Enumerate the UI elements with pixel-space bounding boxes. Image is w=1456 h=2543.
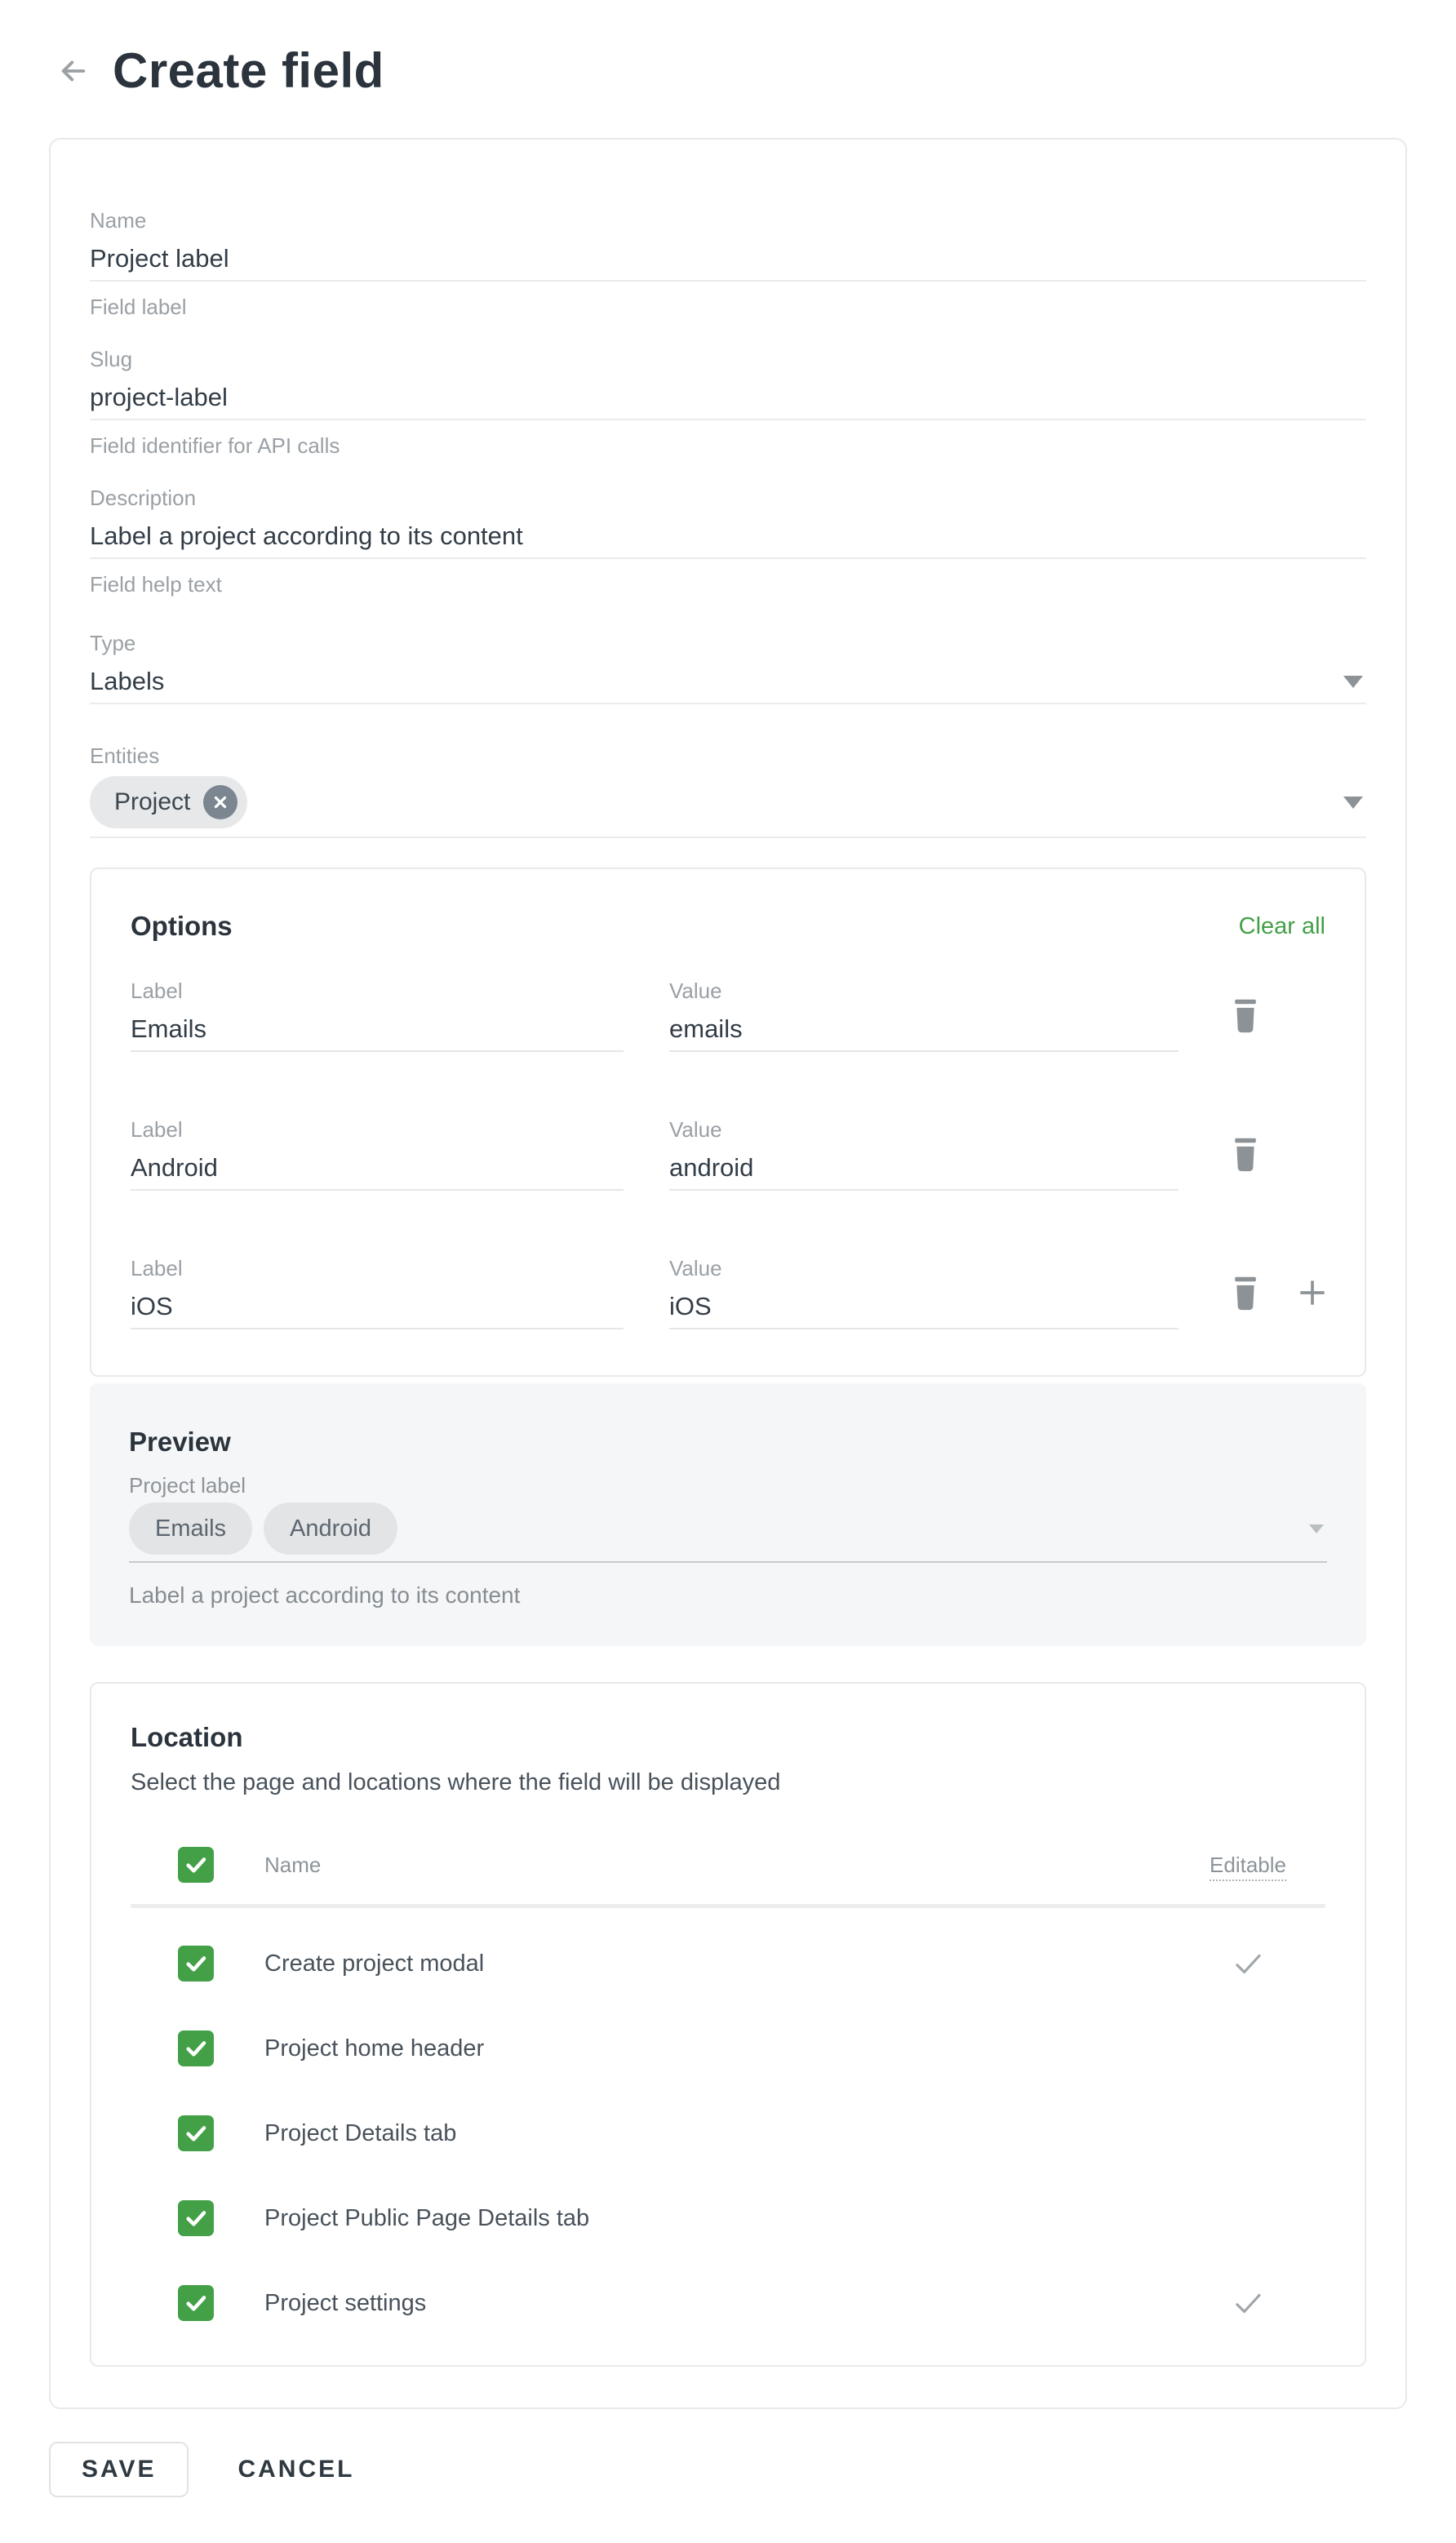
slug-input[interactable]: project-label [90,381,1366,420]
remove-entity-button[interactable] [203,785,237,819]
entities-label: Entities [90,743,1366,768]
option-value-caption: Value [669,1117,1179,1142]
clear-all-button[interactable]: Clear all [1239,913,1325,940]
plus-icon [1294,1275,1330,1311]
description-input[interactable]: Label a project according to its content [90,520,1366,559]
preview-field-label: Project label [129,1473,1327,1498]
preview-panel: Preview Project label Emails Android Lab… [90,1383,1366,1646]
back-button[interactable] [55,53,91,89]
description-helper: Field help text [90,572,1366,597]
description-field: Description Label a project according to… [90,486,1366,597]
type-select[interactable]: Labels [90,665,1366,704]
select-all-checkbox[interactable] [178,1847,214,1883]
type-label: Type [90,631,1366,655]
location-checkbox[interactable] [178,2200,214,2236]
location-row: Project settings [131,2274,1325,2332]
check-icon [183,1852,209,1878]
slug-label: Slug [90,347,1366,371]
option-row: Label Android Value android [131,1117,1325,1191]
option-label-caption: Label [131,1117,624,1142]
location-row-name: Project settings [214,2290,1170,2317]
location-checkbox[interactable] [178,1946,214,1982]
delete-option-button[interactable] [1227,1134,1263,1174]
location-checkbox[interactable] [178,2115,214,2151]
preview-helper: Label a project according to its content [129,1582,1327,1609]
save-button[interactable]: SAVE [49,2442,189,2497]
page-header: Create field [0,42,1456,99]
option-value-input[interactable]: emails [669,1013,1179,1052]
description-label: Description [90,486,1366,510]
option-value-caption: Value [669,979,1179,1003]
option-label-input[interactable]: Android [131,1152,624,1191]
cancel-button[interactable]: CANCEL [237,2456,354,2483]
option-label-input[interactable]: iOS [131,1290,624,1329]
location-row-name: Project Public Page Details tab [214,2205,1170,2232]
location-row-name: Project home header [214,2035,1170,2062]
option-label-input[interactable]: Emails [131,1013,624,1052]
location-row: Project Details tab [131,2104,1325,2163]
type-select-value: Labels [90,665,164,698]
options-title: Options [131,910,233,943]
column-header-editable[interactable]: Editable [1210,1853,1286,1878]
name-helper: Field label [90,295,1366,319]
editable-check-icon [1231,1946,1265,1982]
option-label-caption: Label [131,979,624,1003]
option-row: Label Emails Value emails [131,979,1325,1052]
check-icon [183,2205,209,2231]
preview-title: Preview [129,1426,1327,1458]
add-option-button[interactable] [1294,1275,1330,1311]
location-row: Project home header [131,2019,1325,2078]
name-input[interactable]: Project label [90,242,1366,282]
location-table-header: Name Editable [131,1842,1325,1888]
option-value-caption: Value [669,1256,1179,1280]
table-divider [131,1904,1325,1908]
entities-select[interactable]: Project [90,776,1366,838]
editable-check-icon [1231,2285,1265,2321]
preview-select: Emails Android [129,1502,1327,1563]
entity-chip: Project [90,776,247,828]
chevron-down-icon [1343,676,1363,688]
location-row: Create project modal [131,1934,1325,1993]
location-title: Location [131,1721,1325,1754]
location-subtitle: Select the page and locations where the … [131,1769,1325,1796]
chevron-down-icon [1343,797,1363,809]
check-icon [183,1951,209,1977]
entities-field: Entities Project [90,743,1366,838]
delete-option-button[interactable] [1227,1273,1263,1312]
page-title: Create field [113,42,384,99]
slug-field: Slug project-label Field identifier for … [90,347,1366,458]
preview-chip: Emails [129,1502,252,1555]
location-row-name: Project Details tab [214,2120,1170,2147]
chevron-down-icon [1309,1524,1324,1533]
location-checkbox[interactable] [178,2285,214,2321]
check-icon [183,2120,209,2146]
location-panel: Location Select the page and locations w… [90,1682,1366,2367]
location-checkbox[interactable] [178,2030,214,2066]
option-value-input[interactable]: android [669,1152,1179,1191]
location-row: Project Public Page Details tab [131,2189,1325,2248]
type-field: Type Labels [90,631,1366,704]
preview-chip: Android [264,1502,397,1555]
create-field-card: Name Project label Field label Slug proj… [49,138,1407,2409]
option-row: Label iOS Value iOS [131,1256,1325,1329]
trash-icon [1227,996,1263,1035]
close-icon [211,793,229,811]
trash-icon [1227,1273,1263,1312]
delete-option-button[interactable] [1227,996,1263,1035]
slug-helper: Field identifier for API calls [90,433,1366,458]
option-value-input[interactable]: iOS [669,1290,1179,1329]
back-arrow-icon [56,54,91,88]
name-label: Name [90,208,1366,233]
footer-actions: SAVE CANCEL [49,2442,1407,2497]
trash-icon [1227,1134,1263,1174]
options-panel: Options Clear all Label Emails Value ema… [90,868,1366,1377]
column-header-name: Name [214,1853,1170,1878]
name-field: Name Project label Field label [90,208,1366,319]
entity-chip-label: Project [114,788,190,816]
option-label-caption: Label [131,1256,624,1280]
check-icon [183,2290,209,2316]
check-icon [183,2035,209,2061]
location-row-name: Create project modal [214,1951,1170,1977]
